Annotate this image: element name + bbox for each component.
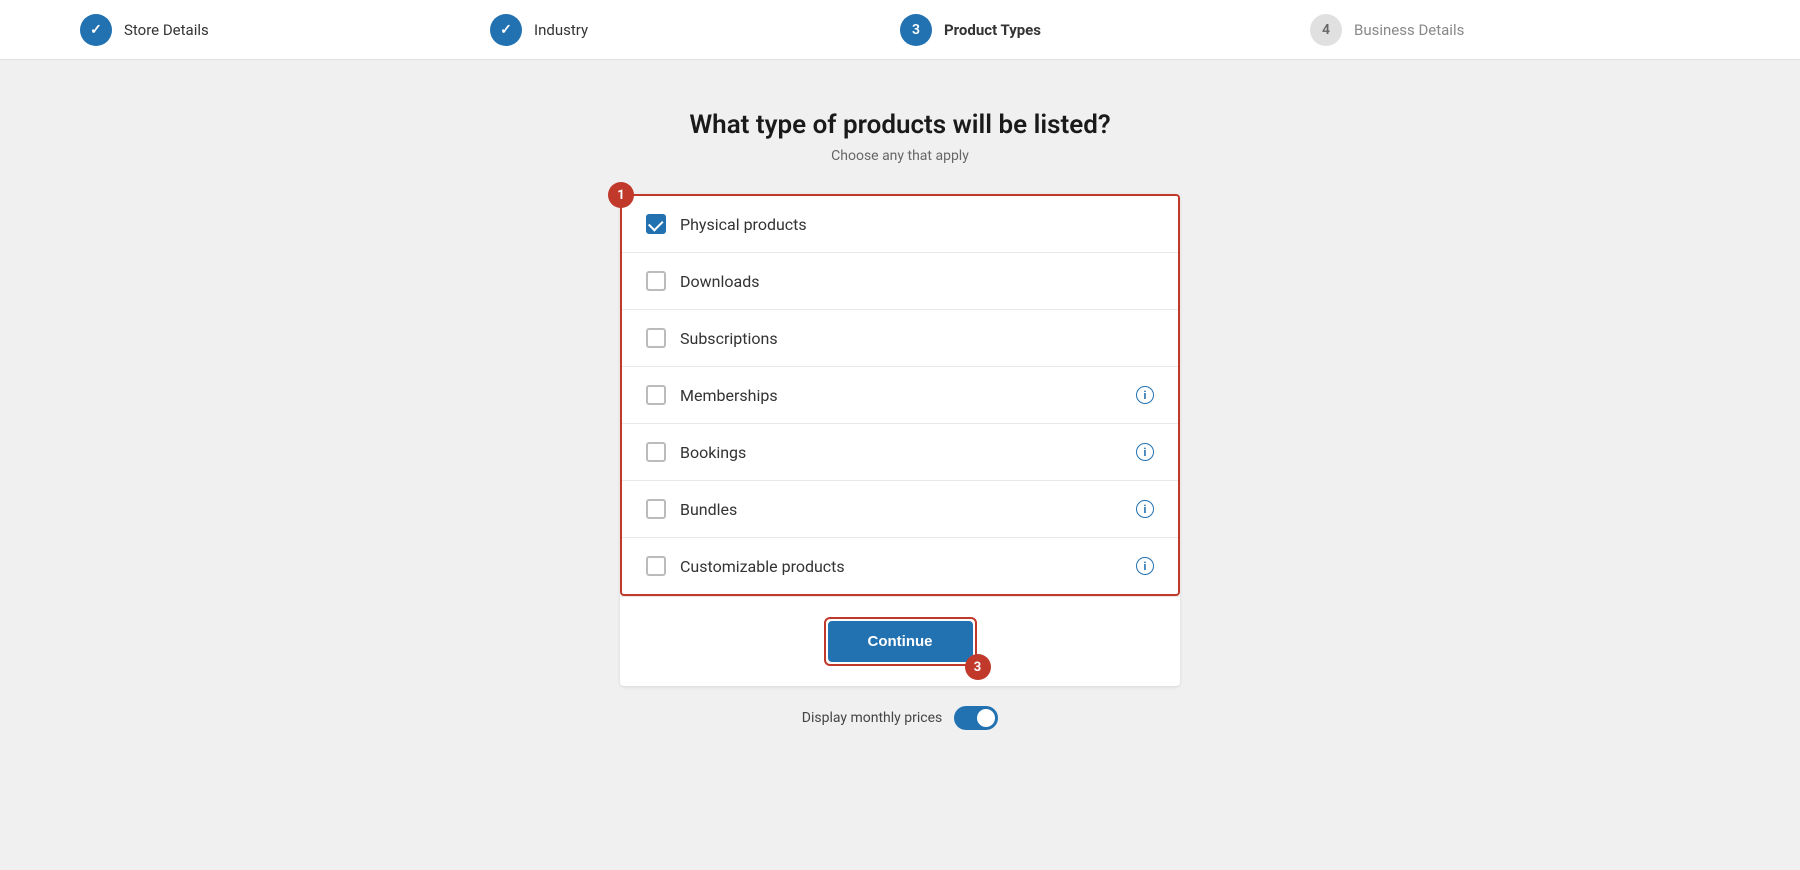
step-business-details[interactable]: 4 Business Details: [1310, 14, 1720, 46]
page-subtitle: Choose any that apply: [831, 148, 969, 164]
step-label-industry: Industry: [534, 21, 588, 39]
continue-button[interactable]: Continue: [828, 621, 973, 662]
product-card: 1 Physical products Downloads Subscripti…: [620, 194, 1180, 686]
product-name-bookings: Bookings: [680, 443, 1128, 462]
annotation-badge-3: 3: [965, 654, 991, 680]
product-item-physical[interactable]: Physical products: [622, 196, 1178, 253]
product-item-memberships[interactable]: Memberships i 2 $16.58 per month $20.75 …: [622, 367, 1178, 424]
main-content: What type of products will be listed? Ch…: [0, 60, 1800, 770]
step-store-details[interactable]: ✓ Store Details: [80, 14, 490, 46]
product-name-customizable: Customizable products: [680, 557, 1128, 576]
annotation-badge-1: 1: [608, 182, 634, 208]
display-monthly-prices-toggle[interactable]: [954, 706, 998, 730]
continue-button-border: Continue: [824, 617, 977, 666]
info-icon-bundles[interactable]: i: [1136, 500, 1154, 518]
checkbox-physical[interactable]: [646, 214, 666, 234]
product-item-bookings[interactable]: Bookings i: [622, 424, 1178, 481]
step-icon-industry: ✓: [490, 14, 522, 46]
step-icon-business-details: 4: [1310, 14, 1342, 46]
product-list: Physical products Downloads Subscription…: [620, 194, 1180, 596]
checkbox-customizable[interactable]: [646, 556, 666, 576]
continue-button-wrapper: 3 Continue: [824, 617, 977, 666]
toggle-row: Display monthly prices: [802, 706, 998, 730]
info-icon-memberships[interactable]: i: [1136, 386, 1154, 404]
product-item-customizable[interactable]: Customizable products i: [622, 538, 1178, 594]
product-name-downloads: Downloads: [680, 272, 1154, 291]
step-icon-store-details: ✓: [80, 14, 112, 46]
checkbox-bookings[interactable]: [646, 442, 666, 462]
info-icon-bookings[interactable]: i: [1136, 443, 1154, 461]
page-title: What type of products will be listed?: [689, 110, 1110, 140]
product-name-memberships: Memberships: [680, 386, 1128, 405]
product-name-subscriptions: Subscriptions: [680, 329, 1154, 348]
product-name-physical: Physical products: [680, 215, 1154, 234]
step-industry[interactable]: ✓ Industry: [490, 14, 900, 46]
stepper: ✓ Store Details ✓ Industry 3 Product Typ…: [0, 0, 1800, 60]
checkbox-downloads[interactable]: [646, 271, 666, 291]
checkbox-subscriptions[interactable]: [646, 328, 666, 348]
continue-area: 3 Continue: [620, 596, 1180, 686]
step-label-store-details: Store Details: [124, 21, 209, 39]
product-item-downloads[interactable]: Downloads: [622, 253, 1178, 310]
checkbox-bundles[interactable]: [646, 499, 666, 519]
step-product-types[interactable]: 3 Product Types: [900, 14, 1310, 46]
product-item-subscriptions[interactable]: Subscriptions: [622, 310, 1178, 367]
product-name-bundles: Bundles: [680, 500, 1128, 519]
step-label-product-types: Product Types: [944, 21, 1041, 39]
step-label-business-details: Business Details: [1354, 21, 1464, 39]
product-list-wrapper: 1 Physical products Downloads Subscripti…: [620, 194, 1180, 596]
info-icon-customizable[interactable]: i: [1136, 557, 1154, 575]
checkbox-memberships[interactable]: [646, 385, 666, 405]
product-item-bundles[interactable]: Bundles i: [622, 481, 1178, 538]
toggle-label: Display monthly prices: [802, 710, 942, 726]
step-icon-product-types: 3: [900, 14, 932, 46]
